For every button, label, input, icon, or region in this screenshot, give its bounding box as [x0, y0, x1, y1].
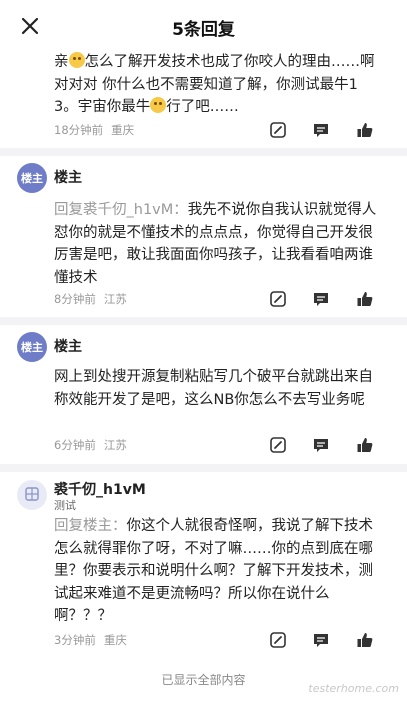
comment-icon[interactable] — [312, 290, 330, 308]
comment-content: 回复裘千仞_h1vM：我先不说你自我认识就觉得人怼你的就是不懂技术的点点点，你觉… — [54, 202, 377, 286]
comment-meta: 18分钟前 重庆 — [54, 122, 142, 138]
comment-icon[interactable] — [312, 121, 330, 139]
comment-meta: 3分钟前 重庆 — [54, 632, 135, 648]
author-name[interactable]: 楼主 — [54, 336, 82, 356]
comment-meta: 8分钟前 江苏 — [54, 291, 135, 307]
location: 江苏 — [103, 438, 127, 452]
divider — [0, 317, 407, 325]
avatar-image-icon — [25, 487, 39, 501]
avatar[interactable]: 楼主 — [17, 332, 47, 362]
timestamp: 18分钟前 — [54, 123, 104, 137]
divider — [0, 464, 407, 472]
reply-prefix[interactable]: 回复裘千仞_h1vM： — [54, 202, 188, 218]
thumbs-up-icon[interactable] — [356, 121, 374, 139]
thumbs-up-icon[interactable] — [356, 436, 374, 454]
avatar[interactable]: 楼主 — [17, 163, 47, 193]
author-name[interactable]: 裘千仞_h1vM — [54, 479, 146, 499]
thumbs-up-icon[interactable] — [356, 290, 374, 308]
comment-icon[interactable] — [312, 436, 330, 454]
edit-icon[interactable] — [269, 631, 287, 649]
location: 重庆 — [111, 123, 135, 137]
comment-content: 网上到处搜开源复制粘贴写几个破平台就跳出来自称效能开发了是吧，这么NB你怎么不去… — [54, 369, 373, 408]
edit-icon[interactable] — [269, 290, 287, 308]
user-role: 测试 — [54, 499, 76, 512]
divider — [0, 148, 407, 156]
comment-meta: 6分钟前 江苏 — [54, 437, 135, 453]
edit-icon[interactable] — [269, 121, 287, 139]
timestamp: 8分钟前 — [54, 292, 96, 306]
header: 5条回复 — [0, 0, 407, 52]
grin-emoji-icon — [68, 52, 85, 68]
avatar[interactable] — [17, 480, 47, 510]
comment-content: 回复楼主：你这个人就很奇怪啊，我说了解下技术怎么就得罪你了呀，不对了嘛……你的点… — [54, 518, 373, 624]
thumbs-up-icon[interactable] — [356, 631, 374, 649]
page-title: 5条回复 — [172, 20, 235, 40]
timestamp: 3分钟前 — [54, 633, 96, 647]
location: 江苏 — [103, 292, 127, 306]
timestamp: 6分钟前 — [54, 438, 96, 452]
comment-icon[interactable] — [312, 631, 330, 649]
edit-icon[interactable] — [269, 436, 287, 454]
location: 重庆 — [103, 633, 127, 647]
comment-content: 亲怎么了解开发技术也成了你咬人的理由……啊 对对对 你什么也不需要知道了解，你测… — [54, 52, 375, 115]
grin-emoji-icon — [150, 97, 167, 113]
reply-prefix[interactable]: 回复楼主： — [54, 518, 127, 534]
watermark: testerhome.com — [308, 682, 399, 695]
author-name[interactable]: 楼主 — [54, 167, 82, 187]
